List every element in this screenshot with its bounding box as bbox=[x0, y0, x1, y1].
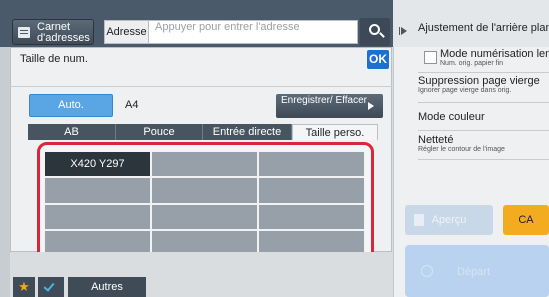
custom-size-slot[interactable]: X420 Y297 bbox=[44, 151, 151, 178]
register-erase-button[interactable]: Enregistrer/ Effacer bbox=[276, 94, 383, 118]
custom-size-slot[interactable] bbox=[44, 203, 151, 230]
custom-size-slot[interactable] bbox=[258, 151, 365, 178]
tab-ab[interactable]: AB bbox=[28, 124, 116, 140]
address-book-label: Carnet d'adresses bbox=[37, 21, 90, 44]
address-book-icon bbox=[18, 27, 30, 38]
dialog-title: Taille de num. bbox=[20, 53, 88, 65]
slow-scan-sub: Num. orig. papier fin bbox=[440, 60, 504, 67]
preview-button[interactable]: Aperçu bbox=[405, 205, 493, 235]
others-button[interactable]: Autres bbox=[68, 277, 146, 297]
favorite-button[interactable]: ★ bbox=[13, 277, 35, 297]
slow-scan-label: Mode numérisation lente bbox=[440, 48, 549, 60]
custom-size-slot[interactable] bbox=[258, 203, 365, 230]
search-button[interactable] bbox=[360, 18, 390, 46]
arrow-right-icon bbox=[368, 102, 374, 110]
ok-button[interactable]: OK bbox=[367, 50, 389, 69]
sharpness-label: Netteté bbox=[418, 134, 454, 146]
background-adjust-label: Ajustement de l'arrière plan bbox=[418, 22, 549, 34]
slow-scan-item[interactable]: Mode numérisation lente Num. orig. papie… bbox=[418, 48, 549, 73]
custom-size-slot[interactable] bbox=[151, 177, 258, 204]
start-icon bbox=[421, 265, 433, 277]
check-icon bbox=[43, 280, 55, 292]
collapse-arrow-icon[interactable] bbox=[399, 27, 407, 35]
custom-size-slot[interactable] bbox=[151, 151, 258, 178]
preview-icon bbox=[414, 214, 424, 226]
address-book-button[interactable]: Carnet d'adresses bbox=[12, 19, 94, 45]
custom-size-slot[interactable] bbox=[258, 177, 365, 204]
blank-page-sub: Ignorer page vierge dans orig. bbox=[418, 87, 512, 94]
background-adjust-item[interactable]: Ajustement de l'arrière plan bbox=[418, 22, 549, 47]
custom-size-slot[interactable] bbox=[151, 203, 258, 230]
blank-page-item[interactable]: Suppression page vierge Ignorer page vie… bbox=[418, 74, 549, 103]
divider bbox=[10, 86, 392, 87]
address-input[interactable]: Appuyer pour entrer l'adresse bbox=[148, 20, 358, 44]
blank-page-label: Suppression page vierge bbox=[418, 75, 540, 87]
star-icon: ★ bbox=[18, 279, 30, 294]
sharpness-sub: Régler le contour de l'image bbox=[418, 146, 505, 153]
tab-direct-entry[interactable]: Entrée directe bbox=[203, 124, 292, 140]
preview-label: Aperçu bbox=[431, 214, 467, 226]
start-label: Départ bbox=[457, 266, 491, 278]
custom-size-slot[interactable] bbox=[44, 177, 151, 204]
sharpness-item[interactable]: Netteté Régler le contour de l'image bbox=[418, 132, 549, 160]
ca-button[interactable]: CA bbox=[503, 205, 549, 235]
register-erase-label: Enregistrer/ Effacer bbox=[281, 95, 367, 106]
color-mode-item[interactable]: Mode couleur bbox=[418, 104, 549, 131]
start-button[interactable]: Départ bbox=[405, 245, 549, 297]
auto-button[interactable]: Auto. bbox=[29, 94, 113, 117]
check-button[interactable] bbox=[38, 277, 64, 297]
left-strip bbox=[0, 47, 10, 297]
custom-size-grid: X420 Y297 bbox=[44, 151, 365, 256]
tab-custom-size[interactable]: Taille perso. bbox=[292, 124, 378, 140]
address-label: Adresse bbox=[104, 20, 148, 44]
color-mode-label: Mode couleur bbox=[418, 111, 485, 123]
tab-inch[interactable]: Pouce bbox=[116, 124, 203, 140]
auto-size-value: A4 bbox=[125, 99, 139, 111]
